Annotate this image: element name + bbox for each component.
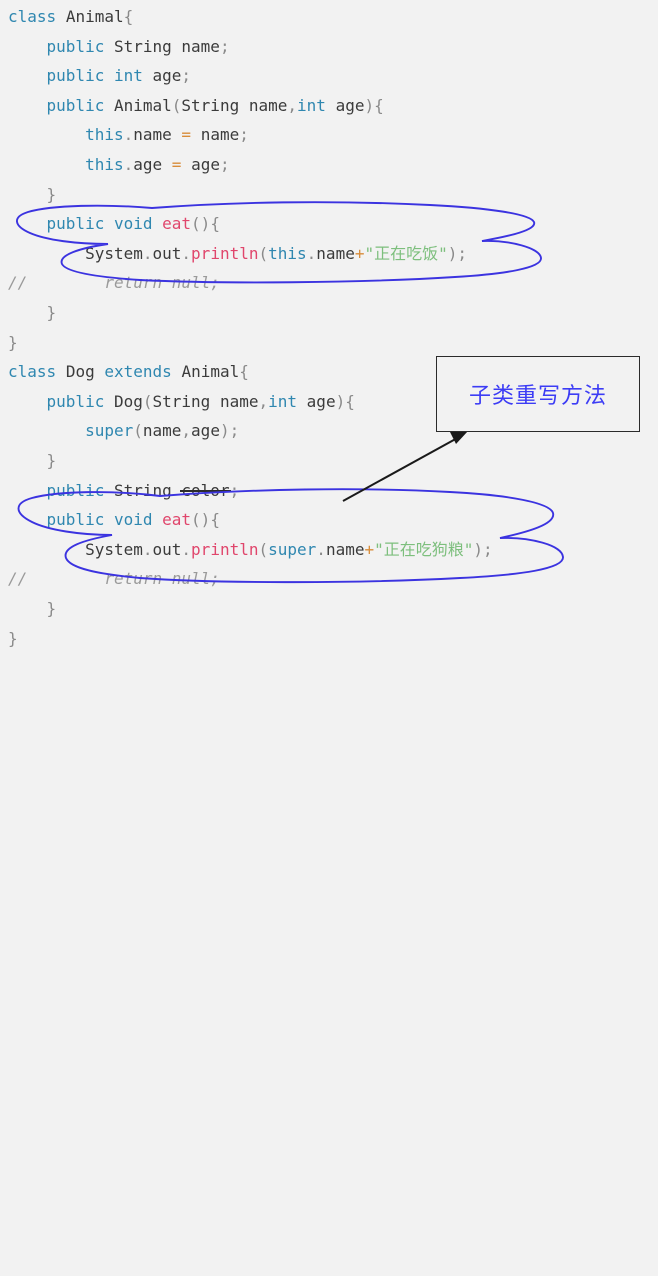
token-field-name: name — [316, 243, 355, 263]
code-annotation-canvas: class Animal{ public String name; public… — [0, 0, 658, 648]
strikethrough-color-field: color — [181, 480, 230, 500]
code-line-15: super(name,age); — [85, 421, 240, 441]
token-keyword-public: public — [46, 510, 105, 530]
token-type-animal: Animal — [65, 7, 124, 26]
token-method-println: println — [191, 539, 259, 559]
code-line-9: System.out.println(this.name+"正在吃饭"); — [85, 243, 468, 263]
code-line-10: // return null; — [8, 268, 220, 298]
code-line-17: public String color; — [46, 480, 240, 500]
code-line-4: public Animal(String name,int age){ — [46, 95, 384, 115]
token-param-age: age — [306, 391, 336, 411]
token-keyword-public: public — [46, 95, 105, 115]
token-param-name: name — [200, 125, 240, 145]
token-operator-assign: = — [181, 125, 192, 145]
token-field-age: age — [133, 155, 163, 174]
token-keyword-void: void — [113, 214, 153, 234]
token-param-name: name — [248, 95, 288, 115]
token-keyword-this: this — [85, 155, 124, 174]
code-line-22: } — [8, 628, 18, 648]
token-string-eating-dogfood: "正在吃狗粮" — [374, 539, 474, 559]
code-line-1: class Animal{ — [8, 7, 134, 26]
token-keyword-public: public — [46, 214, 105, 234]
code-line-16: } — [8, 451, 57, 470]
token-string-eating: "正在吃饭" — [364, 243, 448, 263]
token-keyword-int: int — [297, 95, 326, 115]
token-field-name: name — [133, 125, 172, 145]
code-editor-content: class Animal{ public String name; public… — [0, 0, 658, 648]
token-type-dog: Dog — [65, 362, 95, 382]
token-keyword-void: void — [113, 510, 153, 530]
code-line-6: this.age = age; — [85, 155, 230, 174]
code-line-5: this.name = name; — [85, 125, 249, 145]
callout-label: 子类重写方法 — [468, 384, 607, 409]
code-line-14: public Dog(String name,int age){ — [46, 391, 355, 411]
token-type-string: String — [181, 95, 240, 115]
token-type-string: String — [113, 480, 172, 500]
token-comment-return-null: // return null; — [8, 273, 220, 293]
token-keyword-int: int — [268, 391, 298, 411]
token-arg-age: age — [191, 421, 220, 441]
token-keyword-super: super — [85, 421, 134, 441]
callout-box-override-method: 子类重写方法 — [436, 356, 640, 432]
code-line-20: // return null; — [8, 564, 220, 594]
code-line-8: public void eat(){ — [46, 214, 220, 234]
token-keyword-this: this — [268, 243, 307, 263]
token-method-println: println — [191, 243, 259, 263]
token-type-animal: Animal — [181, 362, 240, 382]
token-object-out: out — [152, 539, 182, 559]
token-object-system: System — [85, 243, 143, 263]
token-method-eat: eat — [162, 214, 192, 234]
token-type-string: String — [152, 391, 211, 411]
token-field-name: name — [325, 539, 365, 559]
token-operator-plus: + — [364, 539, 375, 559]
token-keyword-public: public — [46, 391, 105, 411]
code-line-11: } — [8, 303, 57, 322]
code-line-12: } — [8, 332, 18, 352]
token-keyword-public: public — [46, 480, 105, 500]
token-keyword-class: class — [8, 7, 57, 26]
code-line-2: public String name; — [46, 36, 230, 56]
code-line-7: } — [8, 184, 57, 204]
token-keyword-extends: extends — [104, 362, 172, 382]
token-comment-return-null: // return null; — [8, 569, 220, 589]
token-method-eat: eat — [162, 510, 192, 530]
code-line-21: } — [8, 599, 57, 618]
token-object-system: System — [85, 539, 143, 559]
token-field-age: age — [152, 66, 182, 86]
code-line-13: class Dog extends Animal{ — [8, 362, 249, 382]
token-keyword-this: this — [85, 125, 124, 145]
token-field-name: name — [181, 36, 220, 56]
token-type-string: String — [113, 36, 172, 56]
token-keyword-class: class — [8, 362, 57, 382]
token-ctor-animal: Animal — [113, 95, 172, 115]
token-ctor-dog: Dog — [113, 391, 143, 411]
token-param-age: age — [191, 155, 220, 174]
token-operator-assign: = — [171, 155, 182, 174]
token-param-age: age — [335, 95, 365, 115]
token-param-name: name — [219, 391, 259, 411]
token-object-out: out — [152, 243, 182, 263]
token-arg-name: name — [142, 421, 182, 441]
code-line-3: public int age; — [46, 66, 192, 86]
token-keyword-public: public — [46, 36, 105, 56]
token-keyword-int: int — [113, 66, 143, 86]
token-keyword-super: super — [268, 539, 317, 559]
code-line-18: public void eat(){ — [46, 510, 220, 530]
code-line-19: System.out.println(super.name+"正在吃狗粮"); — [85, 539, 493, 559]
token-keyword-public: public — [46, 66, 105, 86]
